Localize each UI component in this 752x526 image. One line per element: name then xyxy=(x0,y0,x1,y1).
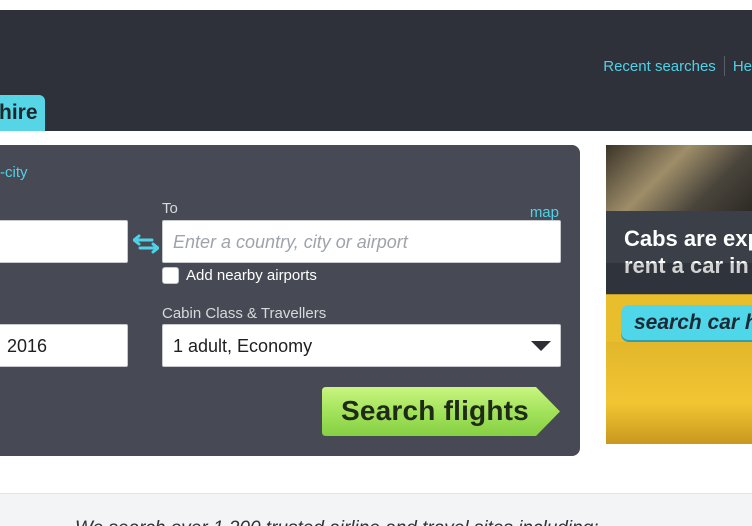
tab-car-hire[interactable]: hire xyxy=(0,95,45,131)
help-link[interactable]: He xyxy=(733,58,752,75)
search-flights-button[interactable]: Search flights xyxy=(322,387,562,436)
ad-headline-line-1: Cabs are exp xyxy=(624,226,752,251)
ad-yellow-cab-image xyxy=(606,342,752,444)
header-links: Recent searches He xyxy=(603,56,752,76)
partners-intro-text: We search over 1,200 trusted airline and… xyxy=(75,518,598,526)
date-input[interactable]: 2016 xyxy=(0,324,128,367)
header-link-divider xyxy=(723,56,725,76)
page: Recent searches He hire -city To map Ent… xyxy=(0,0,752,526)
search-panel: -city To map Enter a country, city or ai… xyxy=(0,145,580,456)
tab-car-hire-label: hire xyxy=(0,101,38,124)
ad-search-car-hire-button[interactable]: search car hi xyxy=(621,305,752,340)
to-input[interactable]: Enter a country, city or airport xyxy=(162,220,561,263)
swap-arrows-icon[interactable] xyxy=(133,234,159,254)
ad-taxi-image xyxy=(606,145,752,211)
from-input[interactable] xyxy=(0,220,128,263)
site-header: Recent searches He xyxy=(0,10,752,131)
car-hire-ad[interactable]: Cabs are exp rent a car in search car hi xyxy=(606,145,752,444)
cabin-class-label: Cabin Class & Travellers xyxy=(162,305,327,322)
to-label: To xyxy=(162,200,178,217)
add-nearby-checkbox[interactable] xyxy=(162,267,179,284)
multi-city-link[interactable]: -city xyxy=(0,164,28,181)
cabin-class-select[interactable]: 1 adult, Economy xyxy=(162,324,561,367)
search-flights-label: Search flights xyxy=(341,395,529,426)
to-input-placeholder: Enter a country, city or airport xyxy=(173,232,408,252)
ad-shadow xyxy=(606,263,752,295)
dropdown-arrow-icon xyxy=(531,341,551,351)
top-strip xyxy=(0,0,752,10)
cabin-class-value: 1 adult, Economy xyxy=(173,336,313,356)
date-input-value: 2016 xyxy=(7,336,48,356)
add-nearby-label: Add nearby airports xyxy=(186,267,317,284)
recent-searches-link[interactable]: Recent searches xyxy=(603,58,716,75)
map-link[interactable]: map xyxy=(530,204,559,221)
